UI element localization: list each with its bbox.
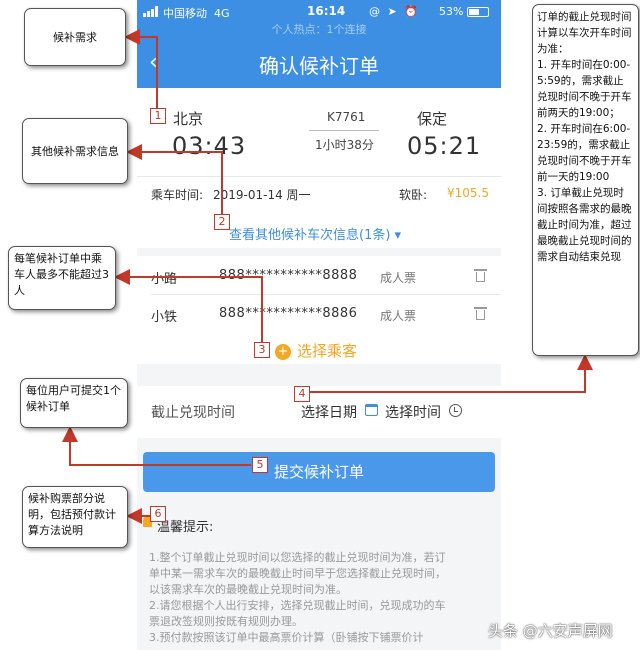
note-one-order-per-user: 每位用户可提交1个候补订单 bbox=[20, 378, 128, 428]
arrow-1 bbox=[124, 29, 158, 108]
arrow-4 bbox=[310, 354, 593, 393]
note-ticket-instructions: 候补购票部分说明，包括预付款计算方法说明 bbox=[22, 486, 128, 548]
arrow-3 bbox=[114, 269, 263, 342]
marker-4: 4 bbox=[294, 386, 310, 402]
arrow-2 bbox=[126, 144, 223, 214]
note-other-requests: 其他候补需求信息 bbox=[22, 118, 128, 184]
marker-5: 5 bbox=[252, 457, 268, 473]
watermark: 头条 @六安声屏网 bbox=[488, 622, 613, 640]
marker-1: 1 bbox=[150, 108, 166, 124]
marker-2: 2 bbox=[214, 214, 230, 230]
note-deadline-rules: 订单的截止兑现时间计算以车次开车时间为准： 1. 开车时间在0:00-5:59的… bbox=[532, 4, 639, 356]
marker-3: 3 bbox=[254, 342, 270, 358]
note-passenger-limit: 每笔候补订单中乘车人最多不能超过3人 bbox=[8, 246, 116, 310]
arrow-5 bbox=[62, 426, 251, 466]
marker-6: 6 bbox=[150, 506, 166, 522]
note-waitlist-request: 候补需求 bbox=[24, 8, 126, 66]
